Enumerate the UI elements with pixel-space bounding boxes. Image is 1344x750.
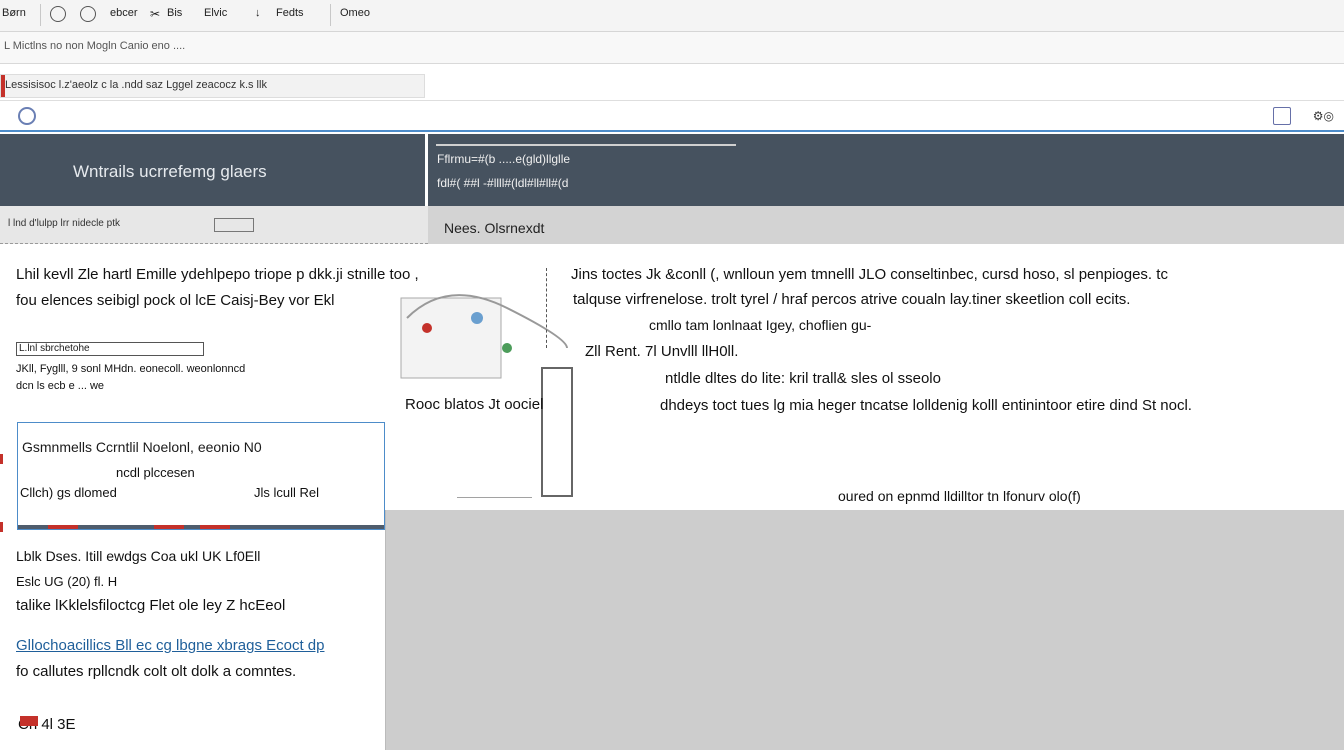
- paragraph-footer: oured on epnmd lldilltor tn lfonurv olo(…: [838, 488, 1081, 504]
- red-mark: [0, 522, 3, 532]
- info-card[interactable]: Gsmnmells Ccrntlil Noelonl, eeonio N0 nc…: [17, 422, 385, 530]
- card-footer-bar: [18, 525, 384, 529]
- red-mark: [0, 454, 3, 464]
- paragraph-line: Lhil kevll Zle hartl Emille ydehlpepo tr…: [16, 266, 419, 283]
- page-header-right: Fflrmu=#(b .....e(gld)llglle fdl#( ##l -…: [428, 134, 1344, 206]
- filter-text: l lnd d'lulpp lrr nidecle ptk: [8, 218, 120, 229]
- paragraph-line: talquse virfrenelose. trolt tyrel / hraf…: [573, 291, 1131, 308]
- page-title: Wntrails ucrrefemg glaers: [73, 162, 267, 181]
- paragraph-line: fou elences seibigl pock ol lcE Caisj-Be…: [16, 292, 335, 309]
- settings-icon[interactable]: ⚙◎: [1313, 109, 1334, 123]
- toolbar-item[interactable]: ebcer: [110, 7, 138, 19]
- circle-icon[interactable]: [80, 6, 96, 22]
- small-text: dcn ls ecb e ... we: [16, 380, 105, 392]
- toolbar-item[interactable]: Omeo: [340, 7, 370, 19]
- paragraph-line: Jins toctes Jk &conll (, wnlloun yem tmn…: [571, 266, 1168, 283]
- card-title: Gsmnmells Ccrntlil Noelonl, eeonio N0: [22, 439, 262, 455]
- bookmark-icon[interactable]: [1273, 107, 1291, 125]
- paragraph-line: dhdeys toct tues lg mia heger tncatse lo…: [660, 397, 1192, 414]
- section-band: Nees. Olsrnexdt: [428, 206, 1344, 244]
- refresh-icon[interactable]: [18, 107, 36, 125]
- toolbar-item[interactable]: Børn: [2, 7, 26, 19]
- header-divider: [436, 144, 736, 146]
- toolbar-item[interactable]: Elvic: [204, 7, 227, 19]
- sub-bar: L Mictlns no non Mogln Canio eno ....: [0, 32, 1344, 64]
- header-line: Fflrmu=#(b .....e(gld)llglle: [437, 152, 571, 166]
- paragraph-line: ntldle dltes do lite: kril trall& sles o…: [665, 370, 941, 387]
- page-header-left: Wntrails ucrrefemg glaers: [0, 134, 425, 206]
- red-mark: [20, 716, 38, 726]
- filter-band: l lnd d'lulpp lrr nidecle ptk: [0, 206, 428, 244]
- toolbar-item[interactable]: Fedts: [276, 7, 304, 19]
- panel-link[interactable]: Gllochoacillics Bll ec cg lbgne xbrags E…: [16, 637, 324, 654]
- breadcrumb[interactable]: Lessisisoc l.z'aeolz c la .ndd saz Lggel…: [0, 74, 425, 98]
- circle-icon[interactable]: [50, 6, 66, 22]
- guide-line: [546, 268, 547, 348]
- filter-input[interactable]: [214, 218, 254, 232]
- toolbar-separator: [40, 4, 41, 26]
- left-panel: [0, 510, 386, 750]
- scissors-icon[interactable]: ✂: [150, 7, 160, 21]
- card-row-label: Cllch) gs dlomed: [20, 485, 117, 500]
- toolbar-separator: [330, 4, 331, 26]
- toolbar: Børn ebcer ✂ Bis Elvic ↓ Fedts Omeo: [0, 0, 1344, 32]
- paragraph-line: Zll Rent. 7l Unvlll llH0ll.: [585, 343, 739, 360]
- panel-line: talike lKklelsfiloctcg Flet ole ley Z hc…: [16, 597, 286, 614]
- download-icon[interactable]: ↓: [255, 7, 261, 19]
- card-row-value: Jls lcull Rel: [254, 485, 320, 500]
- sub-bar-text: L Mictlns no non Mogln Canio eno ....: [4, 40, 186, 52]
- panel-line: Lblk Dses. Itill ewdgs Coa ukl UK Lf0Ell: [16, 548, 261, 564]
- paragraph-line: cmllo tam lonlnaat Igey, choflien gu-: [649, 317, 872, 333]
- text-field[interactable]: L.lnl sbrchetohe: [16, 342, 204, 356]
- panel-line: Eslc UG (20) fl. H: [16, 574, 118, 589]
- bar-marker: [200, 525, 230, 529]
- url-bar[interactable]: ⚙◎: [0, 100, 1344, 132]
- bar-marker: [154, 525, 184, 529]
- panel-line: fo callutes rpllcndk colt olt dolk a com…: [16, 663, 297, 680]
- small-text: JKll, Fyglll, 9 sonl MHdn. eonecoll. weo…: [16, 363, 246, 375]
- card-subtitle: ncdl plccesen: [116, 465, 195, 480]
- empty-region: [386, 510, 1344, 750]
- bar-marker: [48, 525, 78, 529]
- breadcrumb-text: Lessisisoc l.z'aeolz c la .ndd saz Lggel…: [5, 79, 267, 91]
- header-line: fdl#( ##l -#llll#(ldl#ll#ll#(d: [437, 176, 569, 190]
- figure-caption: Rooc blatos Jt oociel: [405, 396, 544, 413]
- toolbar-item[interactable]: Bis: [167, 7, 182, 19]
- text-field-label: L.lnl sbrchetohe: [19, 343, 90, 354]
- section-title: Nees. Olsrnexdt: [444, 220, 545, 236]
